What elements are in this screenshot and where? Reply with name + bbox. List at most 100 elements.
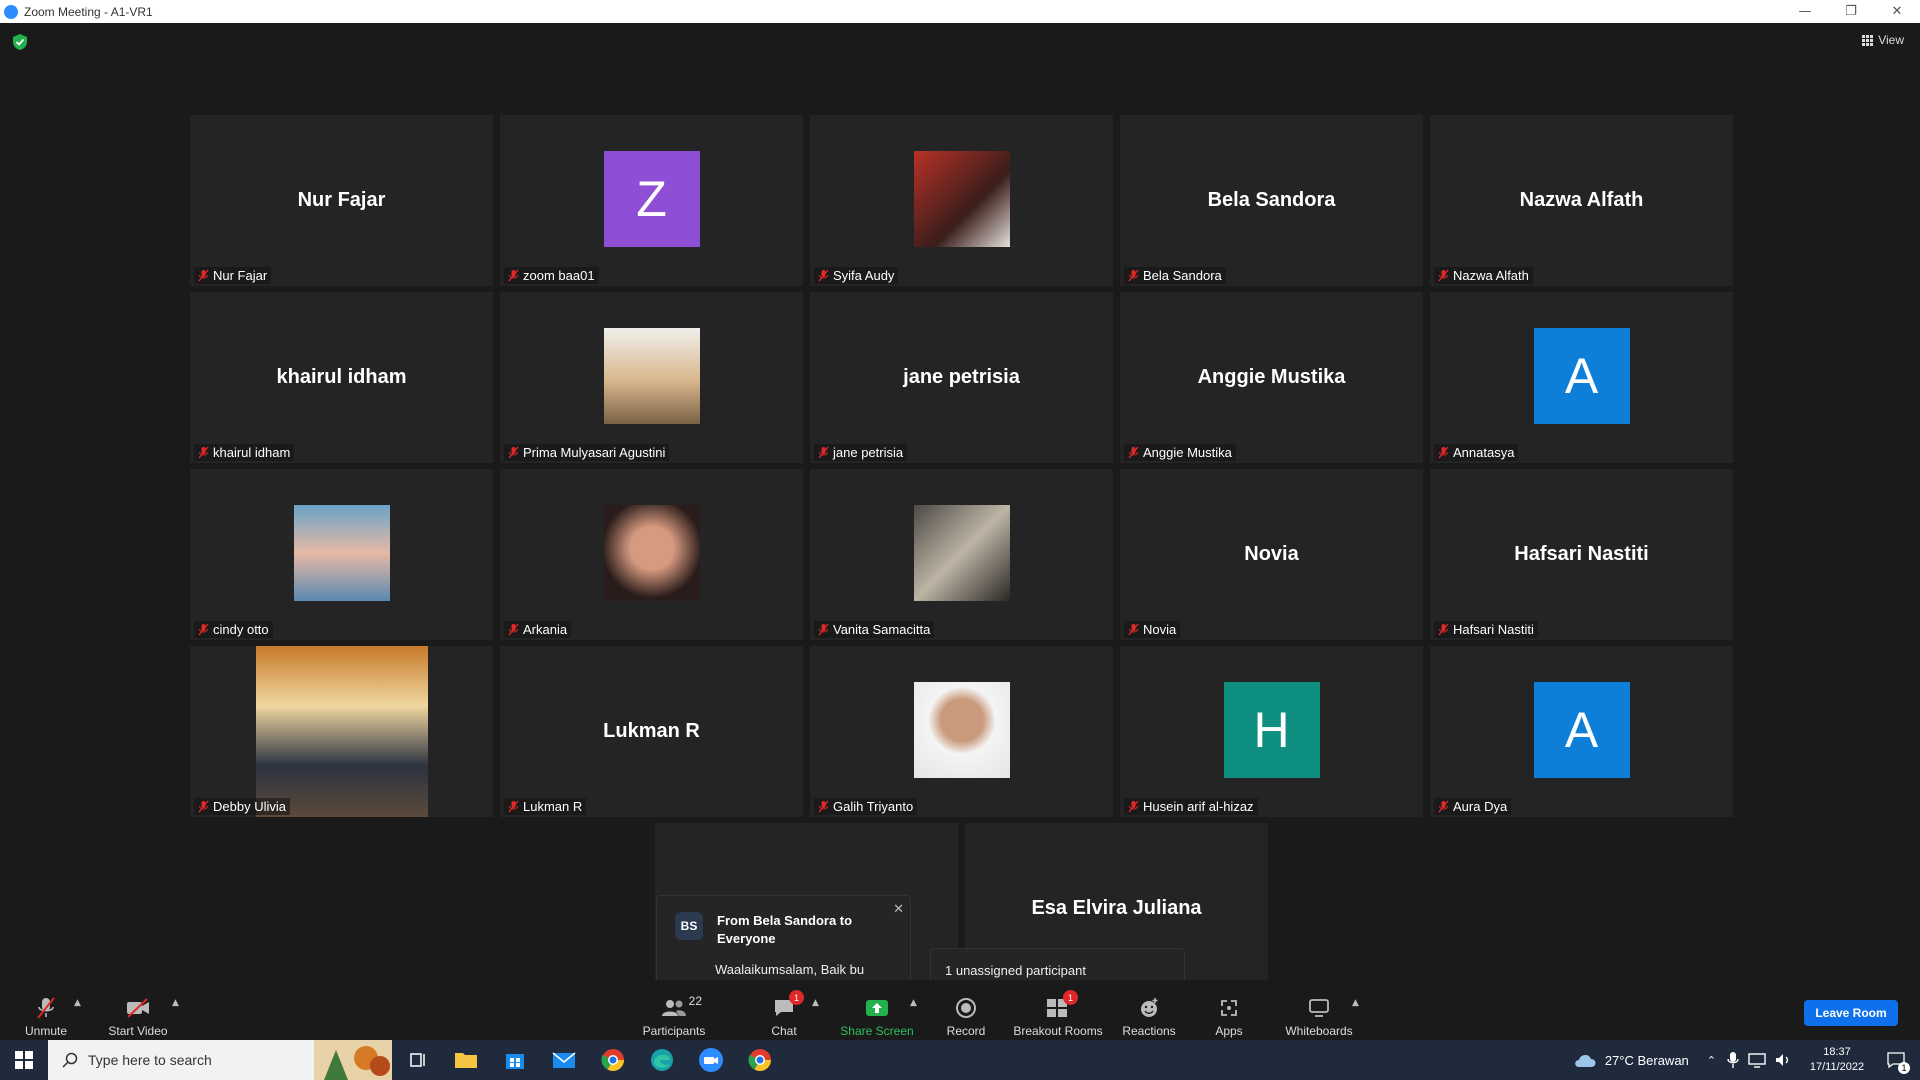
reactions-button[interactable]: Reactions (1109, 984, 1189, 1038)
participant-tile[interactable]: A Annatasya (1430, 292, 1733, 463)
chrome-active-icon[interactable] (746, 1046, 774, 1074)
participant-tile[interactable]: Arkania (500, 469, 803, 640)
apps-icon (1215, 996, 1243, 1020)
participant-tile[interactable]: Nur Fajar Nur Fajar (190, 115, 493, 286)
microsoft-store-icon[interactable] (501, 1046, 529, 1074)
edge-icon[interactable] (648, 1046, 676, 1074)
participant-display-name: Hafsari Nastiti (1514, 543, 1649, 565)
task-view-icon[interactable] (404, 1046, 432, 1074)
whiteboards-caret-icon[interactable]: ▲ (1352, 998, 1359, 1008)
participant-name: Aura Dya (1453, 799, 1508, 814)
avatar-initial: A (1533, 328, 1630, 424)
chat-label: Chat (771, 1024, 797, 1038)
participant-name-label: Nazwa Alfath (1434, 267, 1533, 284)
breakout-badge: 1 (1063, 990, 1078, 1005)
participant-tile[interactable]: A Aura Dya (1430, 646, 1733, 817)
participant-name-label: Novia (1124, 621, 1181, 638)
zoom-taskbar-icon[interactable] (697, 1046, 725, 1074)
participant-name-label: Vanita Samacitta (814, 621, 935, 638)
chat-notification[interactable]: BS From Bela Sandora to Everyone Waalaik… (656, 895, 911, 992)
taskbar-search-box[interactable]: Type here to search (48, 1040, 392, 1080)
participant-name-label: Nur Fajar (194, 267, 272, 284)
participant-tile[interactable]: H Husein arif al-hizaz (1120, 646, 1423, 817)
volume-icon[interactable] (1774, 1052, 1792, 1068)
apps-button[interactable]: Apps (1189, 984, 1269, 1038)
participant-tile[interactable]: Novia Novia (1120, 469, 1423, 640)
muted-mic-icon (1438, 269, 1449, 282)
file-explorer-icon[interactable] (452, 1046, 480, 1074)
share-screen-button[interactable]: Share Screen (837, 984, 917, 1038)
notification-count: 1 (1898, 1062, 1910, 1074)
close-button[interactable]: ✕ (1874, 0, 1920, 23)
muted-mic-icon (1128, 446, 1139, 459)
participant-tile[interactable]: khairul idham khairul idham (190, 292, 493, 463)
avatar-initial: H (1223, 682, 1320, 778)
participants-button[interactable]: 22 Participants (634, 984, 714, 1038)
participant-name-label: Annatasya (1434, 444, 1519, 461)
breakout-rooms-button[interactable]: 1 Breakout Rooms (1008, 984, 1108, 1038)
participant-tile[interactable]: Bela Sandora Bela Sandora (1120, 115, 1423, 286)
close-icon[interactable]: ✕ (893, 902, 904, 917)
chrome-icon[interactable] (599, 1046, 627, 1074)
chat-button[interactable]: 1 Chat (744, 984, 824, 1038)
chat-icon: 1 (770, 990, 804, 1020)
network-icon[interactable] (1748, 1052, 1766, 1068)
search-placeholder: Type here to search (88, 1052, 212, 1068)
record-button[interactable]: Record (926, 984, 1006, 1038)
participant-tile[interactable]: jane petrisia jane petrisia (810, 292, 1113, 463)
muted-mic-icon (1128, 269, 1139, 282)
participant-tile[interactable]: Galih Triyanto (810, 646, 1113, 817)
muted-mic-icon (198, 269, 209, 282)
participant-tile[interactable]: Nazwa Alfath Nazwa Alfath (1430, 115, 1733, 286)
participant-display-name: Anggie Mustika (1197, 366, 1346, 388)
video-options-caret-icon[interactable]: ▲ (172, 998, 179, 1008)
chat-sender: From Bela Sandora to Everyone (717, 913, 853, 946)
participant-tile[interactable]: Hafsari Nastiti Hafsari Nastiti (1430, 469, 1733, 640)
participant-name: Nazwa Alfath (1453, 268, 1529, 283)
whiteboard-icon (1305, 996, 1333, 1020)
chat-badge: 1 (789, 990, 804, 1005)
participant-display-name: Bela Sandora (1207, 189, 1336, 211)
audio-options-caret-icon[interactable]: ▲ (74, 998, 81, 1008)
participant-tile[interactable]: cindy otto (190, 469, 493, 640)
mail-icon[interactable] (550, 1046, 578, 1074)
windows-start-button[interactable] (0, 1040, 48, 1080)
profile-photo (603, 505, 700, 601)
profile-photo (255, 646, 428, 817)
view-button[interactable]: View (1862, 33, 1904, 47)
participant-name: Vanita Samacitta (833, 622, 931, 637)
breakout-rooms-label: Breakout Rooms (1013, 1024, 1103, 1038)
whiteboards-button[interactable]: Whiteboards (1279, 984, 1359, 1038)
muted-mic-icon (1438, 446, 1449, 459)
chat-options-caret-icon[interactable]: ▲ (812, 998, 819, 1008)
avatar-initial: Z (603, 151, 700, 247)
microphone-icon[interactable] (1726, 1051, 1740, 1069)
leave-room-button[interactable]: Leave Room (1804, 1000, 1898, 1026)
participant-name-label: Aura Dya (1434, 798, 1512, 815)
muted-mic-icon (1438, 623, 1449, 636)
participant-tile[interactable]: Debby Ulivia (190, 646, 493, 817)
weather-text[interactable]: 27°C Berawan (1605, 1053, 1689, 1068)
minimize-button[interactable]: — (1782, 0, 1828, 23)
participant-tile[interactable]: Vanita Samacitta (810, 469, 1113, 640)
search-icon (62, 1052, 78, 1068)
participant-tile[interactable]: Zzoom baa01 (500, 115, 803, 286)
share-options-caret-icon[interactable]: ▲ (910, 998, 917, 1008)
participant-name: Debby Ulivia (213, 799, 286, 814)
muted-mic-icon (508, 269, 519, 282)
security-shield-icon[interactable] (12, 33, 28, 51)
participant-tile[interactable]: Syifa Audy (810, 115, 1113, 286)
muted-mic-icon (508, 623, 519, 636)
restore-button[interactable]: ❐ (1828, 0, 1874, 23)
participant-tile[interactable]: Prima Mulyasari Agustini (500, 292, 803, 463)
avatar-initial: A (1533, 682, 1630, 778)
participant-tile[interactable]: Lukman R Lukman R (500, 646, 803, 817)
participant-tile[interactable]: Anggie Mustika Anggie Mustika (1120, 292, 1423, 463)
chevron-up-icon[interactable]: ⌃ (1707, 1054, 1716, 1067)
participant-name: cindy otto (213, 622, 269, 637)
taskbar-clock[interactable]: 18:37 17/11/2022 (1802, 1045, 1872, 1075)
unmute-button[interactable]: Unmute (6, 984, 86, 1038)
notifications-button[interactable]: 1 (1872, 1040, 1920, 1080)
start-video-button[interactable]: Start Video (98, 984, 178, 1038)
participant-name: Arkania (523, 622, 568, 637)
